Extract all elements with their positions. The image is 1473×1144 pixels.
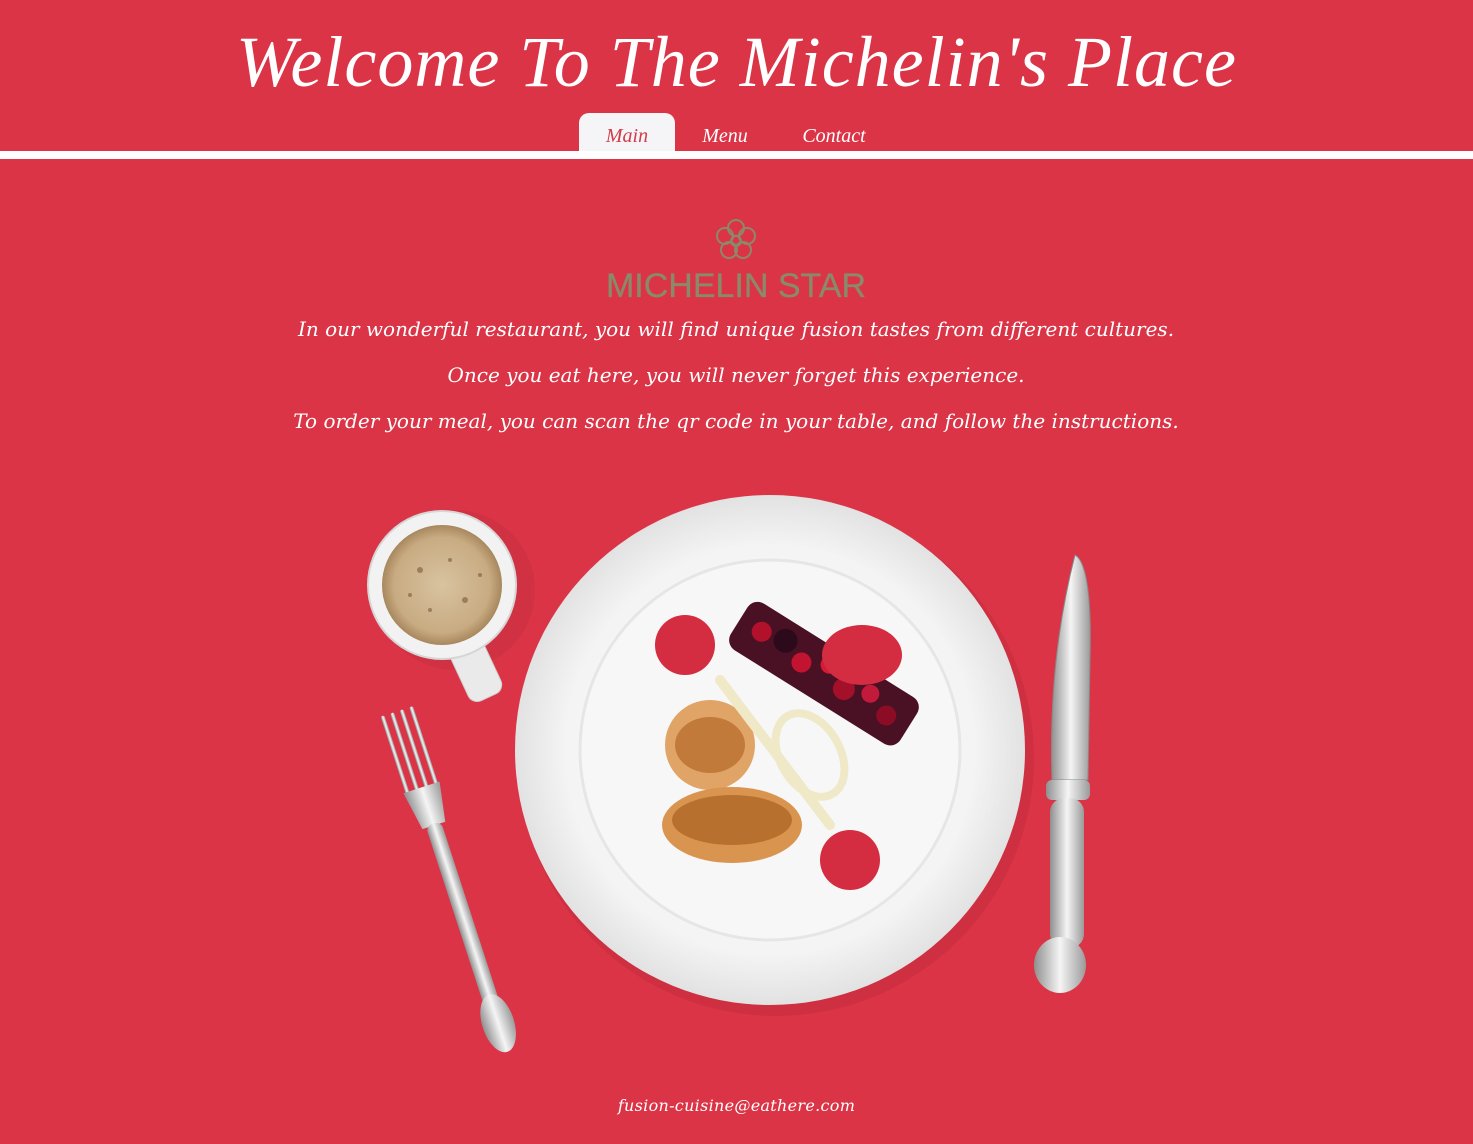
header-divider [0, 151, 1473, 159]
intro-line-2: Once you eat here, you will never forget… [447, 363, 1025, 387]
sauce-dot [820, 830, 880, 890]
michelin-flower-icon [716, 219, 756, 259]
footer-email[interactable]: fusion-cuisine@eathere.com [0, 1096, 1473, 1115]
intro-line-1: In our wonderful restaurant, you will fi… [297, 317, 1175, 341]
tab-contact[interactable]: Contact [775, 113, 893, 151]
logo-text: MICHELIN STAR [606, 267, 866, 304]
intro-text: In our wonderful restaurant, you will fi… [236, 316, 1236, 454]
tab-main[interactable]: Main [579, 113, 675, 151]
coffee [382, 525, 502, 645]
site-title: Welcome To The Michelin's Place [236, 22, 1237, 102]
michelin-star-logo: MICHELIN STAR [606, 219, 866, 304]
sauce-dot [822, 625, 902, 685]
plated-dish-image [367, 495, 1091, 1053]
sauce-dot [655, 615, 715, 675]
tab-menu[interactable]: Menu [675, 113, 775, 151]
intro-line-3: To order your meal, you can scan the qr … [293, 409, 1179, 433]
main-nav: Main Menu Contact [579, 113, 893, 151]
site-header: Welcome To The Michelin's Place Main Men… [0, 0, 1473, 151]
knife-icon [1034, 554, 1091, 993]
fork-icon [381, 706, 516, 1053]
